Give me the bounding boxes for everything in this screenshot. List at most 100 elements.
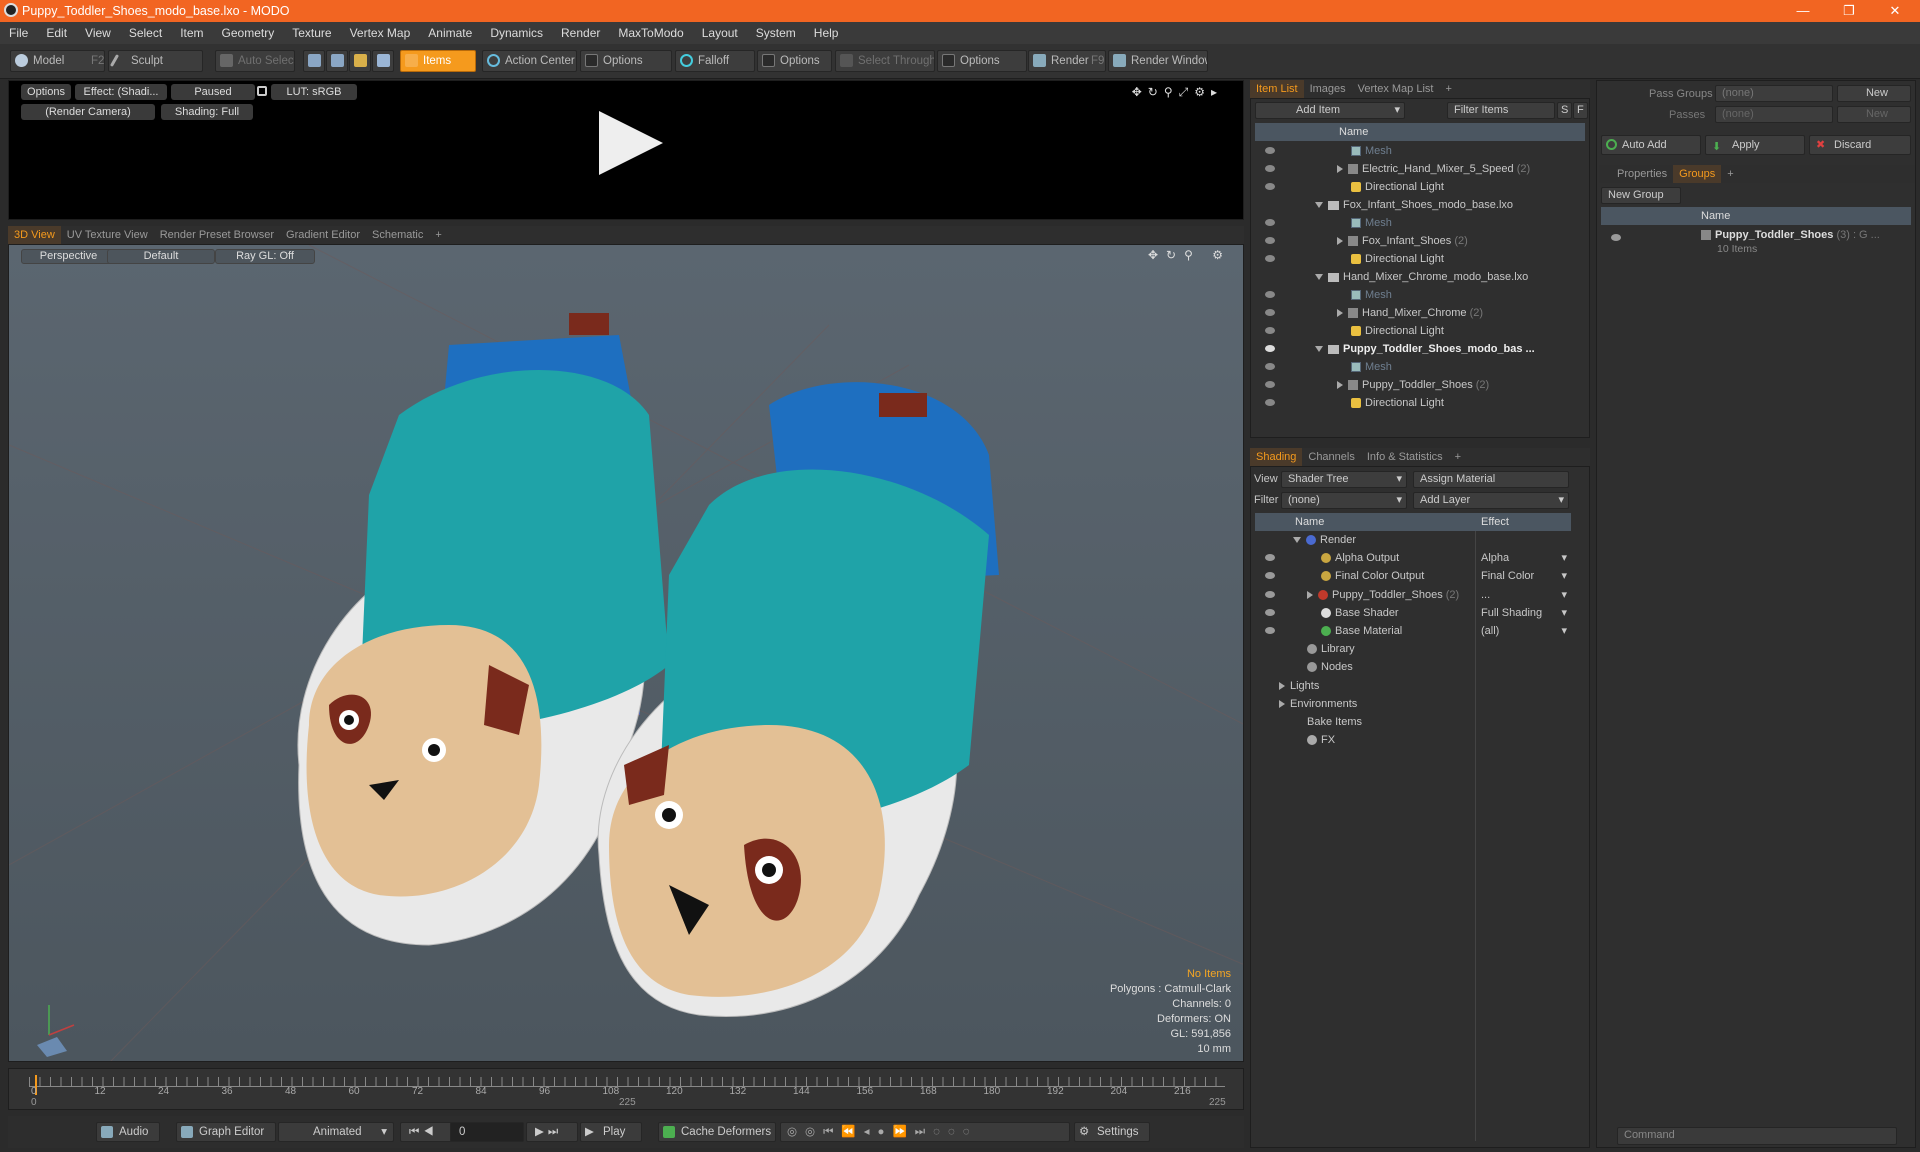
expand-arrow-icon[interactable] — [1337, 381, 1343, 390]
item-list-row[interactable]: Directional Light — [1255, 394, 1585, 412]
eye-icon[interactable] — [1265, 255, 1275, 262]
select-options-button[interactable]: Options — [937, 50, 1027, 72]
tab-uv-texture-view[interactable]: UV Texture View — [61, 226, 154, 244]
select-through-button[interactable]: Select Through — [835, 50, 935, 72]
eye-icon[interactable] — [1265, 237, 1275, 244]
filter-f-button[interactable]: F — [1573, 102, 1588, 119]
action-options-button[interactable]: Options — [580, 50, 672, 72]
eye-icon[interactable] — [1265, 327, 1275, 334]
shader-effect-dropdown[interactable]: Alpha ▾ — [1481, 549, 1569, 567]
item-list-row[interactable]: Electric_Hand_Mixer_5_Speed (2) — [1255, 160, 1585, 178]
expand-arrow-icon[interactable] — [1337, 309, 1343, 318]
play-button[interactable]: ▶ Play — [580, 1122, 642, 1142]
3d-viewport[interactable]: Perspective Default Ray GL: Off ✥↻⚲ ⚙ No… — [8, 244, 1244, 1062]
eye-icon[interactable] — [1265, 363, 1275, 370]
eye-icon[interactable] — [1265, 345, 1275, 352]
preview-paused-button[interactable]: Paused — [171, 84, 255, 100]
item-list-row[interactable]: Mesh — [1255, 286, 1585, 304]
expand-arrow-icon[interactable] — [1279, 681, 1285, 690]
tab-render-preset-browser[interactable]: Render Preset Browser — [154, 226, 280, 244]
item-list-row[interactable]: Puppy_Toddler_Shoes (2) — [1255, 376, 1585, 394]
play-icon[interactable] — [599, 111, 663, 175]
sculpt-mode-button[interactable]: Sculpt — [108, 50, 203, 72]
animated-dropdown[interactable]: Animated ▾ — [278, 1122, 394, 1142]
collapse-arrow-icon[interactable] — [1315, 274, 1323, 281]
close-button[interactable]: ✕ — [1872, 0, 1918, 22]
tab-channels[interactable]: Channels — [1302, 448, 1360, 466]
frame-step-forward-buttons[interactable]: ▶⏭ — [526, 1122, 578, 1142]
tab-info-statistics[interactable]: Info & Statistics — [1361, 448, 1449, 466]
eye-icon[interactable] — [1265, 608, 1275, 616]
menu-item[interactable]: Item — [171, 26, 212, 40]
shader-filter-dropdown[interactable]: (none) ▾ — [1281, 492, 1407, 509]
eye-icon[interactable] — [1265, 183, 1275, 190]
graph-editor-button[interactable]: Graph Editor — [176, 1122, 276, 1142]
discard-button[interactable]: ✖ Discard — [1809, 135, 1911, 155]
tab-images[interactable]: Images — [1304, 80, 1352, 98]
new-pass-group-button[interactable]: New — [1837, 85, 1911, 102]
collapse-arrow-icon[interactable] — [1315, 202, 1323, 209]
eye-icon[interactable] — [1265, 590, 1275, 598]
menu-dynamics[interactable]: Dynamics — [481, 26, 552, 40]
minimize-button[interactable]: — — [1780, 0, 1826, 22]
shader-tree-row[interactable]: Render — [1255, 531, 1571, 549]
lock-icon[interactable] — [257, 86, 267, 96]
item-list-row[interactable]: Fox_Infant_Shoes_modo_base.lxo — [1255, 196, 1585, 214]
eye-icon[interactable] — [1265, 309, 1275, 316]
shader-tree-row[interactable]: Puppy_Toddler_Shoes (2)... ▾ — [1255, 586, 1571, 604]
shader-tree-row[interactable]: Bake Items — [1255, 713, 1571, 731]
tab-item-list[interactable]: Item List — [1250, 80, 1304, 98]
preview-options-button[interactable]: Options — [21, 84, 71, 100]
menu-help[interactable]: Help — [805, 26, 848, 40]
item-list-row[interactable]: Directional Light — [1255, 178, 1585, 196]
menu-layout[interactable]: Layout — [693, 26, 747, 40]
item-list-row[interactable]: Hand_Mixer_Chrome_modo_base.lxo — [1255, 268, 1585, 286]
add-tab-button[interactable]: + — [1721, 165, 1739, 183]
tab-properties[interactable]: Properties — [1599, 165, 1673, 183]
eye-icon[interactable] — [1265, 219, 1275, 226]
menu-texture[interactable]: Texture — [283, 26, 340, 40]
shader-tree-row[interactable]: Lights — [1255, 677, 1571, 695]
item-list-row[interactable]: Directional Light — [1255, 322, 1585, 340]
command-input[interactable]: Command — [1617, 1127, 1897, 1145]
menu-render[interactable]: Render — [552, 26, 609, 40]
item-list-row[interactable]: Mesh — [1255, 214, 1585, 232]
render-window-button[interactable]: Render Window — [1108, 50, 1208, 72]
shader-effect-dropdown[interactable]: Final Color ▾ — [1481, 567, 1569, 585]
expand-arrow-icon[interactable] — [1307, 590, 1313, 599]
collapse-arrow-icon[interactable] — [1315, 346, 1323, 353]
model-mode-button[interactable]: Model F2 — [10, 50, 105, 72]
shader-effect-dropdown[interactable]: ... ▾ — [1481, 586, 1569, 604]
shader-tree-row[interactable]: FX — [1255, 731, 1571, 749]
menu-animate[interactable]: Animate — [419, 26, 481, 40]
eye-icon[interactable] — [1265, 399, 1275, 406]
group-row[interactable]: Puppy_Toddler_Shoes (3) : G ... 10 Items — [1601, 226, 1911, 258]
preview-nav-icons[interactable]: ✥↻⚲⤢⚙▸ — [1132, 85, 1223, 100]
menu-vertex-map[interactable]: Vertex Map — [341, 26, 420, 40]
menu-maxtomodo[interactable]: MaxToModo — [609, 26, 692, 40]
passes-dropdown[interactable]: (none) — [1715, 106, 1833, 123]
tab-schematic[interactable]: Schematic — [366, 226, 429, 244]
timeline[interactable]: 0 12 24 36 48 60 72 84 96 108 120 132 144 156 168 180 19… — [8, 1068, 1244, 1110]
menu-system[interactable]: System — [747, 26, 805, 40]
shader-tree-row[interactable]: Base Material (all) ▾ — [1255, 622, 1571, 640]
collapse-arrow-icon[interactable] — [1293, 537, 1301, 544]
item-list-row[interactable]: Mesh — [1255, 358, 1585, 376]
edge-mode-button[interactable] — [326, 50, 348, 72]
pass-groups-dropdown[interactable]: (none) — [1715, 85, 1833, 102]
shader-tree-row[interactable]: Environments — [1255, 695, 1571, 713]
eye-icon[interactable] — [1265, 147, 1275, 154]
eye-icon[interactable] — [1265, 627, 1275, 634]
view-dropdown[interactable]: Shader Tree ▾ — [1281, 471, 1407, 488]
lut-dropdown[interactable]: LUT: sRGB — [271, 84, 357, 100]
items-mode-button[interactable]: Items — [400, 50, 476, 72]
shading-dropdown[interactable]: Shading: Full — [161, 104, 253, 120]
menu-select[interactable]: Select — [120, 26, 171, 40]
falloff-options-button[interactable]: Options — [757, 50, 832, 72]
cache-deformers-button[interactable]: Cache Deformers — [658, 1122, 776, 1142]
shader-effect-dropdown[interactable]: (all) ▾ — [1481, 622, 1569, 640]
filter-s-button[interactable]: S — [1557, 102, 1572, 119]
eye-icon[interactable] — [1265, 381, 1275, 388]
add-tab-button[interactable]: + — [429, 226, 447, 244]
shader-tree-row[interactable]: Nodes — [1255, 658, 1571, 676]
